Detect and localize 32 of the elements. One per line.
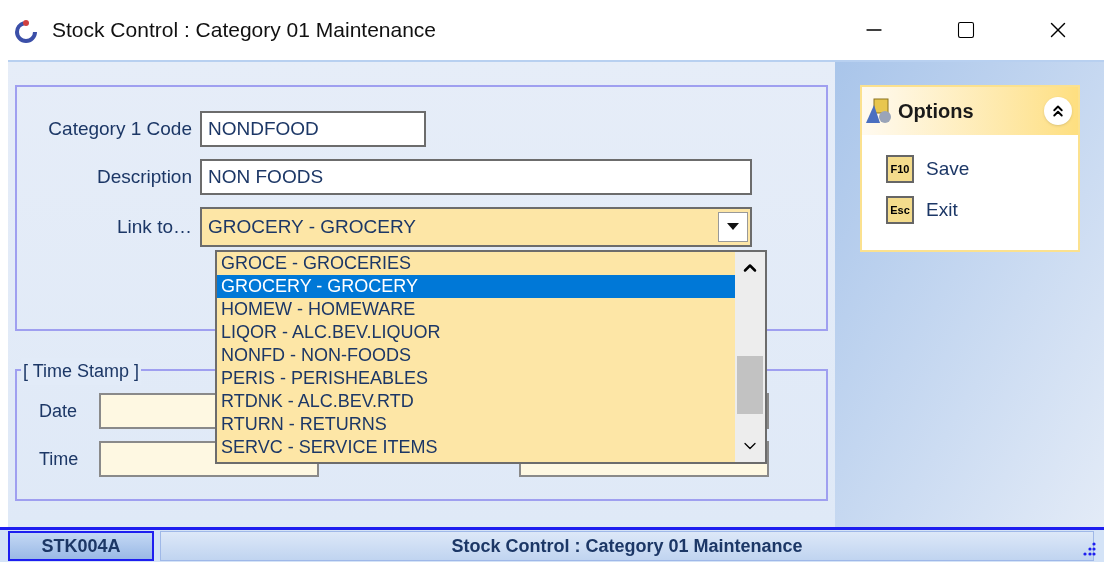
dropdown-option[interactable]: SERVC - SERVICE ITEMS	[217, 436, 735, 459]
app-logo-icon	[14, 17, 38, 43]
resize-grip-icon	[1082, 542, 1096, 556]
field-label: Description	[95, 164, 193, 189]
option-item[interactable]: Esc Exit	[886, 195, 1078, 224]
dropdown-option[interactable]: GROCERY - GROCERY	[217, 275, 735, 298]
combo-box[interactable]: GROCERY - GROCERY	[200, 207, 752, 247]
field-label: Category 1 Code	[47, 116, 193, 141]
key-cap-icon: F10	[886, 155, 914, 184]
dropdown-option[interactable]: NONFD - NON-FOODS	[217, 344, 735, 367]
collapse-button[interactable]	[1044, 97, 1072, 125]
dropdown-option[interactable]: PERIS - PERISHEABLES	[217, 367, 735, 390]
key-cap-icon: Esc	[886, 195, 914, 224]
status-title: Stock Control : Category 01 Maintenance	[160, 531, 1094, 561]
status-code: STK004A	[8, 531, 154, 561]
dropdown-option[interactable]: LIQOR - ALC.BEV.LIQUOR	[217, 321, 735, 344]
field-label: Time	[39, 447, 80, 471]
option-item[interactable]: F10 Save	[886, 155, 1078, 184]
field-label: Link to…	[116, 214, 193, 239]
text-field[interactable]: NON FOODS	[200, 159, 752, 195]
panel-title: Options	[898, 99, 974, 124]
dropdown-option[interactable]: GROCE - GROCERIES	[217, 252, 735, 275]
scrollbar-thumb[interactable]	[737, 356, 763, 414]
dropdown-option[interactable]: RTDNK - ALC.BEV.RTD	[217, 390, 735, 413]
window-title: Stock Control : Category 01 Maintenance	[52, 17, 437, 44]
scrollbar[interactable]	[735, 252, 765, 462]
dropdown-option[interactable]: RTURN - RETURNS	[217, 413, 735, 436]
text-field[interactable]: NONDFOOD	[200, 111, 426, 147]
field-label: Date	[39, 399, 79, 423]
dropdown-option[interactable]: HOMEW - HOMEWARE	[217, 298, 735, 321]
maximize-icon[interactable]	[956, 20, 976, 40]
tools-icon	[864, 97, 894, 125]
